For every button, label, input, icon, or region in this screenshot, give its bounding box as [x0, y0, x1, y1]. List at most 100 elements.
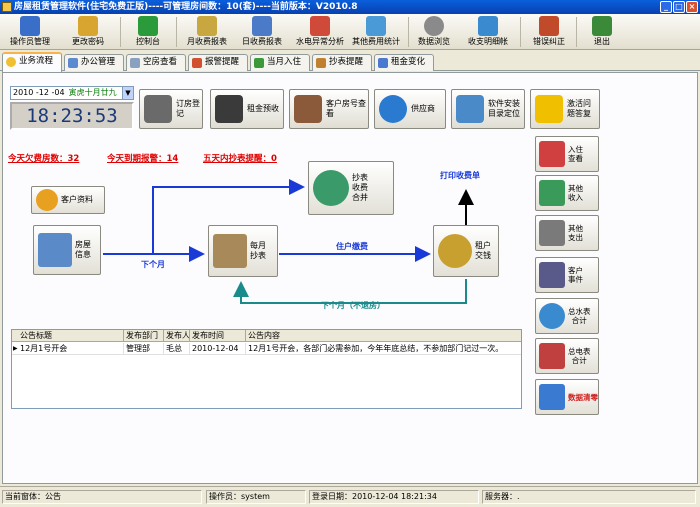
tab-vacant-rooms[interactable]: 空房查看 — [126, 54, 186, 71]
expense-icon — [539, 220, 565, 246]
customer-room-icon — [294, 95, 322, 123]
toolbar-separator — [576, 17, 577, 47]
tenant-payment-label: 住户缴费 — [336, 242, 368, 251]
electric-meter-total-button[interactable]: 总电表 合计 — [535, 338, 599, 374]
tab-meter-reminder[interactable]: 抄表提醒 — [312, 54, 372, 71]
toolbar-change-password-button[interactable]: 更改密码 — [62, 14, 114, 50]
maximize-button[interactable]: □ — [673, 1, 685, 13]
day-report-icon — [252, 16, 272, 36]
house-info-button[interactable]: 房屋 信息 — [33, 225, 101, 275]
users-icon — [313, 170, 349, 206]
customer-event-button[interactable]: 客户 事件 — [535, 257, 599, 293]
cell-title: 12月1号开会 — [12, 343, 124, 355]
toolbar-separator — [520, 17, 521, 47]
event-icon — [539, 262, 565, 288]
customer-room-view-button[interactable]: 客户房号查看 — [289, 89, 369, 129]
toolbar-month-report-button[interactable]: 月收费报表 — [181, 14, 233, 50]
smile-icon — [6, 57, 16, 67]
next-month-stay-label: 下个月（不退房） — [321, 301, 385, 310]
other-fees-icon — [366, 16, 386, 36]
house-icon — [38, 233, 72, 267]
calendar-icon — [254, 58, 264, 68]
column-content[interactable]: 公告内容 — [246, 330, 521, 342]
checkin-view-button[interactable]: 入住 查看 — [535, 136, 599, 172]
pencil-ruler-icon — [213, 234, 247, 268]
toolbar-separator — [408, 17, 409, 47]
app-icon — [2, 2, 12, 12]
monthly-meter-button[interactable]: 每月 抄表 — [208, 225, 278, 277]
other-income-button[interactable]: 其他 收入 — [535, 175, 599, 211]
date-picker[interactable]: 2010 -12 -04 寅虎十月廿九 ▼ — [10, 86, 134, 100]
water-meter-icon — [539, 303, 565, 329]
lunar-date: 寅虎十月廿九 — [68, 88, 117, 97]
toolbar-data-browse-button[interactable]: 数据浏览 — [412, 14, 456, 50]
other-expense-button[interactable]: 其他 支出 — [535, 215, 599, 251]
data-reset-button[interactable]: 数据清零 — [535, 379, 599, 415]
digital-clock: 18:23:53 — [10, 102, 134, 130]
booking-register-button[interactable]: 订房登记 — [139, 89, 203, 129]
minimize-button[interactable]: _ — [660, 1, 672, 13]
warning-icon — [535, 95, 563, 123]
rent-prepay-button[interactable]: 租金预收 — [210, 89, 284, 129]
tab-alarm[interactable]: 报警提醒 — [188, 54, 248, 71]
exit-door-icon — [592, 16, 612, 36]
announcement-table: 公告标题 发布部门 发布人 发布时间 公告内容 ▶ 12月1号开会 管理部 毛总… — [11, 329, 522, 409]
tools-icon — [539, 16, 559, 36]
supplier-button[interactable]: 供应商 — [374, 89, 446, 129]
recycle-bin-icon — [539, 384, 565, 410]
date-value: 2010 -12 -04 — [13, 88, 65, 97]
page-icon — [130, 58, 140, 68]
toolbar-operator-admin-button[interactable]: 操作员管理 — [4, 14, 56, 50]
water-electric-icon — [310, 16, 330, 36]
meter-merge-button[interactable]: 抄表 收费 合并 — [308, 161, 394, 215]
column-publisher[interactable]: 发布人 — [164, 330, 190, 342]
toolbar-console-button[interactable]: 控制台 — [126, 14, 170, 50]
booking-icon — [144, 95, 172, 123]
column-department[interactable]: 发布部门 — [124, 330, 164, 342]
rent-icon — [378, 58, 388, 68]
globe-icon — [379, 95, 407, 123]
chevron-down-icon[interactable]: ▼ — [122, 87, 133, 99]
toolbar-other-fees-button[interactable]: 其他费用统计 — [348, 14, 404, 50]
table-row[interactable]: ▶ 12月1号开会 管理部 毛总 2010-12-04 12月1号开会，各部门必… — [12, 343, 521, 355]
toolbar-separator — [176, 17, 177, 47]
tab-rent-change[interactable]: 租金变化 — [374, 54, 434, 71]
prepay-icon — [215, 95, 243, 123]
column-title[interactable]: 公告标题 — [12, 330, 124, 342]
window-title: 房屋租赁管理软件(住宅免费正版)----可管理房间数：10(套)----当前版本… — [14, 2, 358, 12]
customer-info-button[interactable]: 客户资料 — [31, 186, 105, 214]
electric-meter-icon — [539, 343, 565, 369]
cell-date: 2010-12-04 — [190, 343, 246, 355]
main-toolbar: 操作员管理 更改密码 控制台 月收费报表 日收费报表 水电异常分析 其他费用统计… — [0, 14, 700, 50]
window-controls: _ □ × — [660, 1, 698, 13]
cell-content: 12月1号开会，各部门必需参加，今年年底总结，不参加部门记过一次。 — [248, 344, 504, 353]
toolbar-water-electric-analysis-button[interactable]: 水电异常分析 — [292, 14, 348, 50]
ledger-icon — [478, 16, 498, 36]
print-bill-label[interactable]: 打印收费单 — [440, 170, 480, 181]
status-current-window: 当前窗体：公告 — [2, 490, 202, 504]
business-flow-panel: 2010 -12 -04 寅虎十月廿九 ▼ 18:23:53 订房登记 租金预收 … — [2, 72, 698, 484]
install-folder-button[interactable]: 软件安装 目录定位 — [451, 89, 525, 129]
magnifier-icon — [424, 16, 444, 36]
cell-department: 管理部 — [124, 343, 164, 355]
status-bar: 当前窗体：公告 操作员：system 登录日期：2010-12-04 18:21… — [0, 486, 700, 507]
toolbar-day-report-button[interactable]: 日收费报表 — [236, 14, 288, 50]
toolbar-error-correct-button[interactable]: 错误纠正 — [526, 14, 572, 50]
toolbar-exit-button[interactable]: 退出 — [584, 14, 620, 50]
next-month-label: 下个月 — [141, 260, 165, 269]
tab-month-checkin[interactable]: 当月入住 — [250, 54, 310, 71]
status-login-date: 登录日期：2010-12-04 18:21:34 — [309, 490, 479, 504]
water-meter-total-button[interactable]: 总水表 合计 — [535, 298, 599, 334]
toolbar-ledger-button[interactable]: 收支明细帐 — [462, 14, 514, 50]
title-bar: 房屋租赁管理软件(住宅免费正版)----可管理房间数：10(套)----当前版本… — [0, 0, 700, 14]
activation-help-button[interactable]: 激活问 题答复 — [530, 89, 600, 129]
close-button[interactable]: × — [686, 1, 698, 13]
status-server: 服务器：. — [482, 490, 696, 504]
meter-icon — [316, 58, 326, 68]
tab-office[interactable]: 办公管理 — [64, 54, 124, 71]
column-date[interactable]: 发布时间 — [190, 330, 246, 342]
tab-business-flow[interactable]: 业务流程 — [2, 52, 62, 72]
month-report-icon — [197, 16, 217, 36]
tenant-payment-button[interactable]: 租户 交钱 — [433, 225, 499, 277]
key-icon — [78, 16, 98, 36]
